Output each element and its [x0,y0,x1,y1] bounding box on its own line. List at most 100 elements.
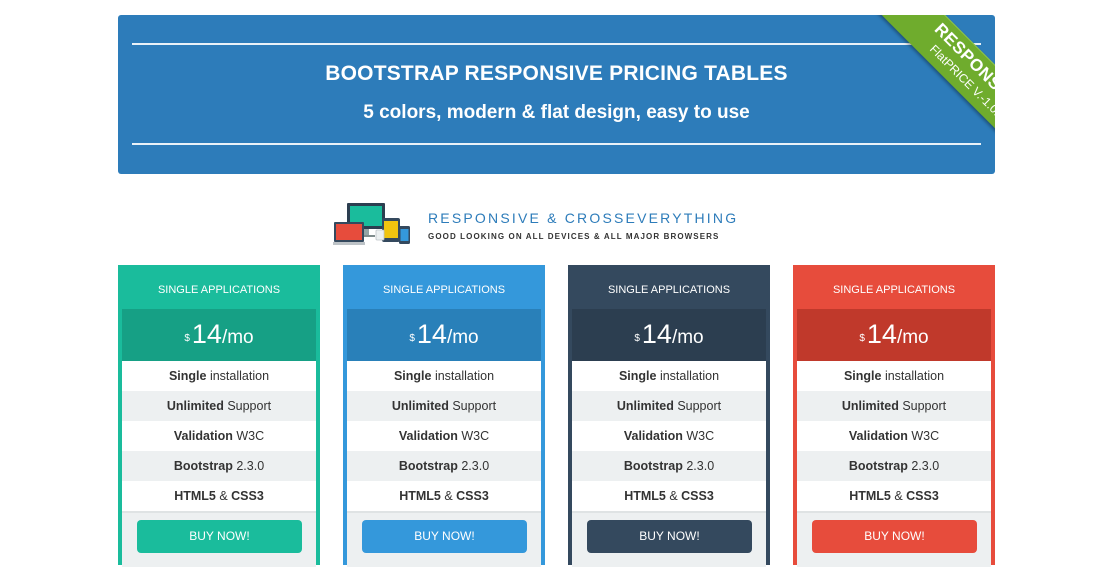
card-footer: BUY NOW! [347,513,541,567]
price-amount: 14 [191,319,222,349]
plan-name: SINGLE APPLICATIONS [797,269,991,309]
feature-text: Support [898,399,947,413]
price-currency: $ [859,332,865,344]
feature-item: HTML5 & CSS3 [122,481,316,511]
feature-item: Single installation [122,361,316,391]
feature-highlight: Validation [848,429,908,443]
feature-highlight: Single [843,369,882,383]
card-footer: BUY NOW! [122,513,316,567]
pricing-card: SINGLE APPLICATIONS $14/mo Single installa… [118,265,320,567]
price-currency: $ [184,332,190,344]
feature-text: W3C [682,429,715,443]
price-currency: $ [409,332,415,344]
card-footer: BUY NOW! [797,513,991,567]
feature-highlight: Validation [173,429,233,443]
feature-item: Bootstrap 2.3.0 [347,451,541,481]
plan-price: $14/mo [122,309,316,361]
feature-item: Bootstrap 2.3.0 [797,451,991,481]
feature-highlight: Single [393,369,432,383]
feature-highlight: Bootstrap [398,459,458,473]
price-amount: 14 [641,319,672,349]
feature-item: Single installation [572,361,766,391]
feature-text: Support [223,399,272,413]
feature-highlight: Bootstrap [173,459,233,473]
price-currency: $ [634,332,640,344]
buy-now-button[interactable]: BUY NOW! [812,520,977,553]
feature-item: Bootstrap 2.3.0 [122,451,316,481]
plan-name: SINGLE APPLICATIONS [122,269,316,309]
plan-price: $14/mo [797,309,991,361]
feature-highlight: Unlimited [391,399,449,413]
feature-text: W3C [907,429,940,443]
feature-text: & [215,489,232,503]
buy-now-button[interactable]: BUY NOW! [587,520,752,553]
feature-highlight: Unlimited [166,399,224,413]
feature-item: Validation W3C [797,421,991,451]
plan-name: SINGLE APPLICATIONS [347,269,541,309]
feature-highlight: Unlimited [841,399,899,413]
feature-item: Unlimited Support [122,391,316,421]
responsive-title: RESPONSIVE & CROSSEVERYTHING [428,210,739,226]
price-period: /mo [446,327,479,348]
pricing-card: SINGLE APPLICATIONS $14/mo Single installa… [793,265,995,567]
plan-name: SINGLE APPLICATIONS [572,269,766,309]
feature-item: Single installation [347,361,541,391]
feature-item: Validation W3C [572,421,766,451]
feature-text: 2.3.0 [232,459,265,473]
version-ribbon: RESPONSIVE FlatPRICE V.-1.0. [835,15,995,174]
feature-item: Single installation [797,361,991,391]
feature-item: Validation W3C [122,421,316,451]
feature-highlight: Bootstrap [623,459,683,473]
feature-item: Unlimited Support [347,391,541,421]
feature-highlight: CSS3 [456,489,489,503]
feature-text: & [440,489,457,503]
feature-text: 2.3.0 [907,459,940,473]
feature-item: HTML5 & CSS3 [797,481,991,511]
pricing-card: SINGLE APPLICATIONS $14/mo Single installa… [568,265,770,567]
feature-text: installation [656,369,720,383]
feature-item: HTML5 & CSS3 [572,481,766,511]
feature-highlight: Single [168,369,207,383]
buy-now-button[interactable]: BUY NOW! [362,520,527,553]
feature-text: installation [206,369,270,383]
plan-price: $14/mo [347,309,541,361]
feature-highlight: Unlimited [616,399,674,413]
feature-text: installation [881,369,945,383]
feature-highlight: HTML5 [174,489,216,503]
buy-now-button[interactable]: BUY NOW! [137,520,302,553]
feature-highlight: HTML5 [399,489,441,503]
price-amount: 14 [416,319,447,349]
feature-text: Support [673,399,722,413]
feature-highlight: CSS3 [681,489,714,503]
header-banner: BOOTSTRAP RESPONSIVE PRICING TABLES 5 co… [118,15,995,174]
feature-item: HTML5 & CSS3 [347,481,541,511]
feature-highlight: Single [618,369,657,383]
feature-highlight: Validation [623,429,683,443]
feature-text: installation [431,369,495,383]
price-period: /mo [671,327,704,348]
feature-text: W3C [457,429,490,443]
plan-price: $14/mo [572,309,766,361]
feature-text: W3C [232,429,265,443]
feature-text: Support [448,399,497,413]
feature-highlight: Validation [398,429,458,443]
feature-item: Bootstrap 2.3.0 [572,451,766,481]
feature-item: Unlimited Support [797,391,991,421]
price-amount: 14 [866,319,897,349]
feature-highlight: CSS3 [906,489,939,503]
feature-highlight: HTML5 [849,489,891,503]
card-footer: BUY NOW! [572,513,766,567]
price-period: /mo [221,327,254,348]
feature-highlight: CSS3 [231,489,264,503]
feature-text: & [890,489,907,503]
feature-highlight: HTML5 [624,489,666,503]
feature-text: 2.3.0 [682,459,715,473]
responsive-subtitle: GOOD LOOKING ON ALL DEVICES & ALL MAJOR … [428,232,720,241]
feature-item: Unlimited Support [572,391,766,421]
feature-text: 2.3.0 [457,459,490,473]
pricing-card: SINGLE APPLICATIONS $14/mo Single installa… [343,265,545,567]
feature-item: Validation W3C [347,421,541,451]
price-period: /mo [896,327,929,348]
feature-text: & [665,489,682,503]
feature-highlight: Bootstrap [848,459,908,473]
